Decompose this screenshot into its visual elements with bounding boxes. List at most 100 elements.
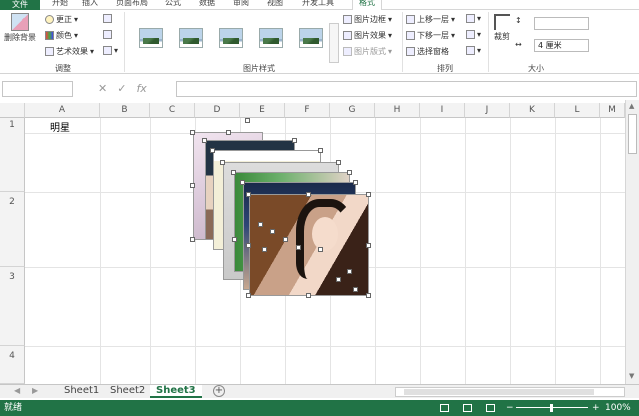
sheet-tab-sheet2[interactable]: Sheet2: [104, 385, 151, 398]
tab-view[interactable]: 视图: [267, 0, 283, 10]
tab-home[interactable]: 开始: [52, 0, 68, 10]
column-header[interactable]: G: [330, 103, 375, 118]
select-all-corner[interactable]: [0, 103, 25, 118]
column-header[interactable]: L: [555, 103, 600, 118]
picture-style-3[interactable]: [219, 28, 243, 48]
resize-handle[interactable]: [246, 192, 251, 197]
column-header[interactable]: H: [375, 103, 420, 118]
picture-styles-gallery[interactable]: [131, 25, 339, 55]
worksheet-grid[interactable]: A B C D E F G H I J K L M 1 2 3 4 明星: [0, 103, 625, 384]
horizontal-scrollbar[interactable]: [395, 387, 625, 397]
resize-handle[interactable]: [292, 138, 297, 143]
color-button[interactable]: 颜色 ▾: [45, 30, 78, 41]
resize-handle[interactable]: [318, 247, 323, 252]
resize-handle[interactable]: [190, 130, 195, 135]
page-break-view-icon[interactable]: [486, 404, 495, 412]
row-header[interactable]: 3: [0, 267, 25, 346]
row-header[interactable]: 4: [0, 346, 25, 384]
tab-file[interactable]: 文件: [0, 0, 40, 10]
vertical-scrollbar[interactable]: ▲ ▼: [625, 100, 639, 384]
selection-pane-button[interactable]: 选择窗格: [406, 46, 449, 57]
column-header[interactable]: C: [150, 103, 195, 118]
resize-handle[interactable]: [190, 237, 195, 242]
tab-insert[interactable]: 插入: [82, 0, 98, 10]
tab-formulas[interactable]: 公式: [165, 0, 181, 10]
hscroll-thumb[interactable]: [404, 389, 594, 395]
picture-layout-button[interactable]: 图片版式 ▾: [343, 46, 392, 57]
change-picture-button[interactable]: [103, 30, 112, 39]
resize-handle[interactable]: [210, 148, 215, 153]
resize-handle[interactable]: [366, 243, 371, 248]
resize-handle[interactable]: [336, 277, 341, 282]
picture-style-5[interactable]: [299, 28, 323, 48]
group-objects-button[interactable]: ▾: [466, 30, 481, 39]
rotate-button[interactable]: ▾: [466, 46, 481, 55]
column-header[interactable]: A: [25, 103, 100, 118]
compress-pictures-button[interactable]: [103, 14, 112, 23]
sheet-nav-right-icon[interactable]: ▶: [32, 386, 38, 395]
resize-handle[interactable]: [318, 148, 323, 153]
resize-handle[interactable]: [246, 243, 251, 248]
resize-handle[interactable]: [283, 237, 288, 242]
gallery-scrollbar[interactable]: [329, 23, 339, 63]
corrections-button[interactable]: 更正 ▾: [45, 14, 78, 25]
resize-handle[interactable]: [240, 180, 245, 185]
column-header[interactable]: D: [195, 103, 240, 118]
resize-handle[interactable]: [232, 237, 237, 242]
page-layout-view-icon[interactable]: [463, 404, 472, 412]
resize-handle[interactable]: [306, 293, 311, 298]
resize-handle[interactable]: [347, 170, 352, 175]
star-photo[interactable]: [249, 194, 369, 296]
column-header[interactable]: J: [465, 103, 510, 118]
tab-page-layout[interactable]: 页面布局: [116, 0, 148, 10]
picture-style-4[interactable]: [259, 28, 283, 48]
column-header[interactable]: K: [510, 103, 555, 118]
resize-handle[interactable]: [347, 269, 352, 274]
scroll-up-arrow[interactable]: ▲: [629, 102, 634, 110]
picture-style-2[interactable]: [179, 28, 203, 48]
resize-handle[interactable]: [202, 138, 207, 143]
resize-handle[interactable]: [231, 170, 236, 175]
zoom-level[interactable]: 100%: [605, 400, 631, 416]
rotate-handle[interactable]: [245, 118, 250, 123]
picture-style-1[interactable]: [139, 28, 163, 48]
reset-picture-button[interactable]: ▾: [103, 46, 118, 55]
resize-handle[interactable]: [353, 180, 358, 185]
column-header[interactable]: M: [600, 103, 625, 118]
enter-icon[interactable]: ✓: [117, 82, 126, 95]
tab-developer[interactable]: 开发工具: [302, 0, 334, 10]
insert-function-button[interactable]: fx: [136, 82, 146, 95]
row-header[interactable]: 2: [0, 192, 25, 267]
cancel-icon[interactable]: ✕: [98, 82, 107, 95]
zoom-slider-thumb[interactable]: [550, 404, 553, 412]
resize-handle[interactable]: [226, 130, 231, 135]
resize-handle[interactable]: [190, 183, 195, 188]
resize-handle[interactable]: [258, 222, 263, 227]
formula-input[interactable]: [176, 81, 637, 97]
resize-handle[interactable]: [306, 192, 311, 197]
row-header[interactable]: 1: [0, 118, 25, 192]
height-input[interactable]: [534, 17, 589, 30]
column-header[interactable]: B: [100, 103, 150, 118]
tab-data[interactable]: 数据: [199, 0, 215, 10]
crop-button[interactable]: 裁剪: [494, 14, 510, 42]
resize-handle[interactable]: [270, 229, 275, 234]
normal-view-icon[interactable]: [440, 404, 449, 412]
sheet-tab-sheet3[interactable]: Sheet3: [150, 385, 202, 398]
name-box[interactable]: [2, 81, 73, 97]
scroll-thumb[interactable]: [628, 114, 637, 154]
column-header[interactable]: F: [285, 103, 330, 118]
picture-effects-button[interactable]: 图片效果 ▾: [343, 30, 392, 41]
resize-handle[interactable]: [262, 247, 267, 252]
zoom-in-button[interactable]: +: [592, 400, 600, 416]
new-sheet-button[interactable]: +: [213, 385, 225, 397]
tab-review[interactable]: 审阅: [233, 0, 249, 10]
align-button[interactable]: ▾: [466, 14, 481, 23]
bring-forward-button[interactable]: 上移一层 ▾: [406, 14, 455, 25]
sheet-nav-left-icon[interactable]: ◀: [14, 386, 20, 395]
artistic-effects-button[interactable]: 艺术效果 ▾: [45, 46, 94, 57]
width-input[interactable]: 4 厘米: [534, 39, 589, 52]
remove-background-button[interactable]: 删除背景: [4, 13, 36, 43]
send-backward-button[interactable]: 下移一层 ▾: [406, 30, 455, 41]
resize-handle[interactable]: [366, 192, 371, 197]
